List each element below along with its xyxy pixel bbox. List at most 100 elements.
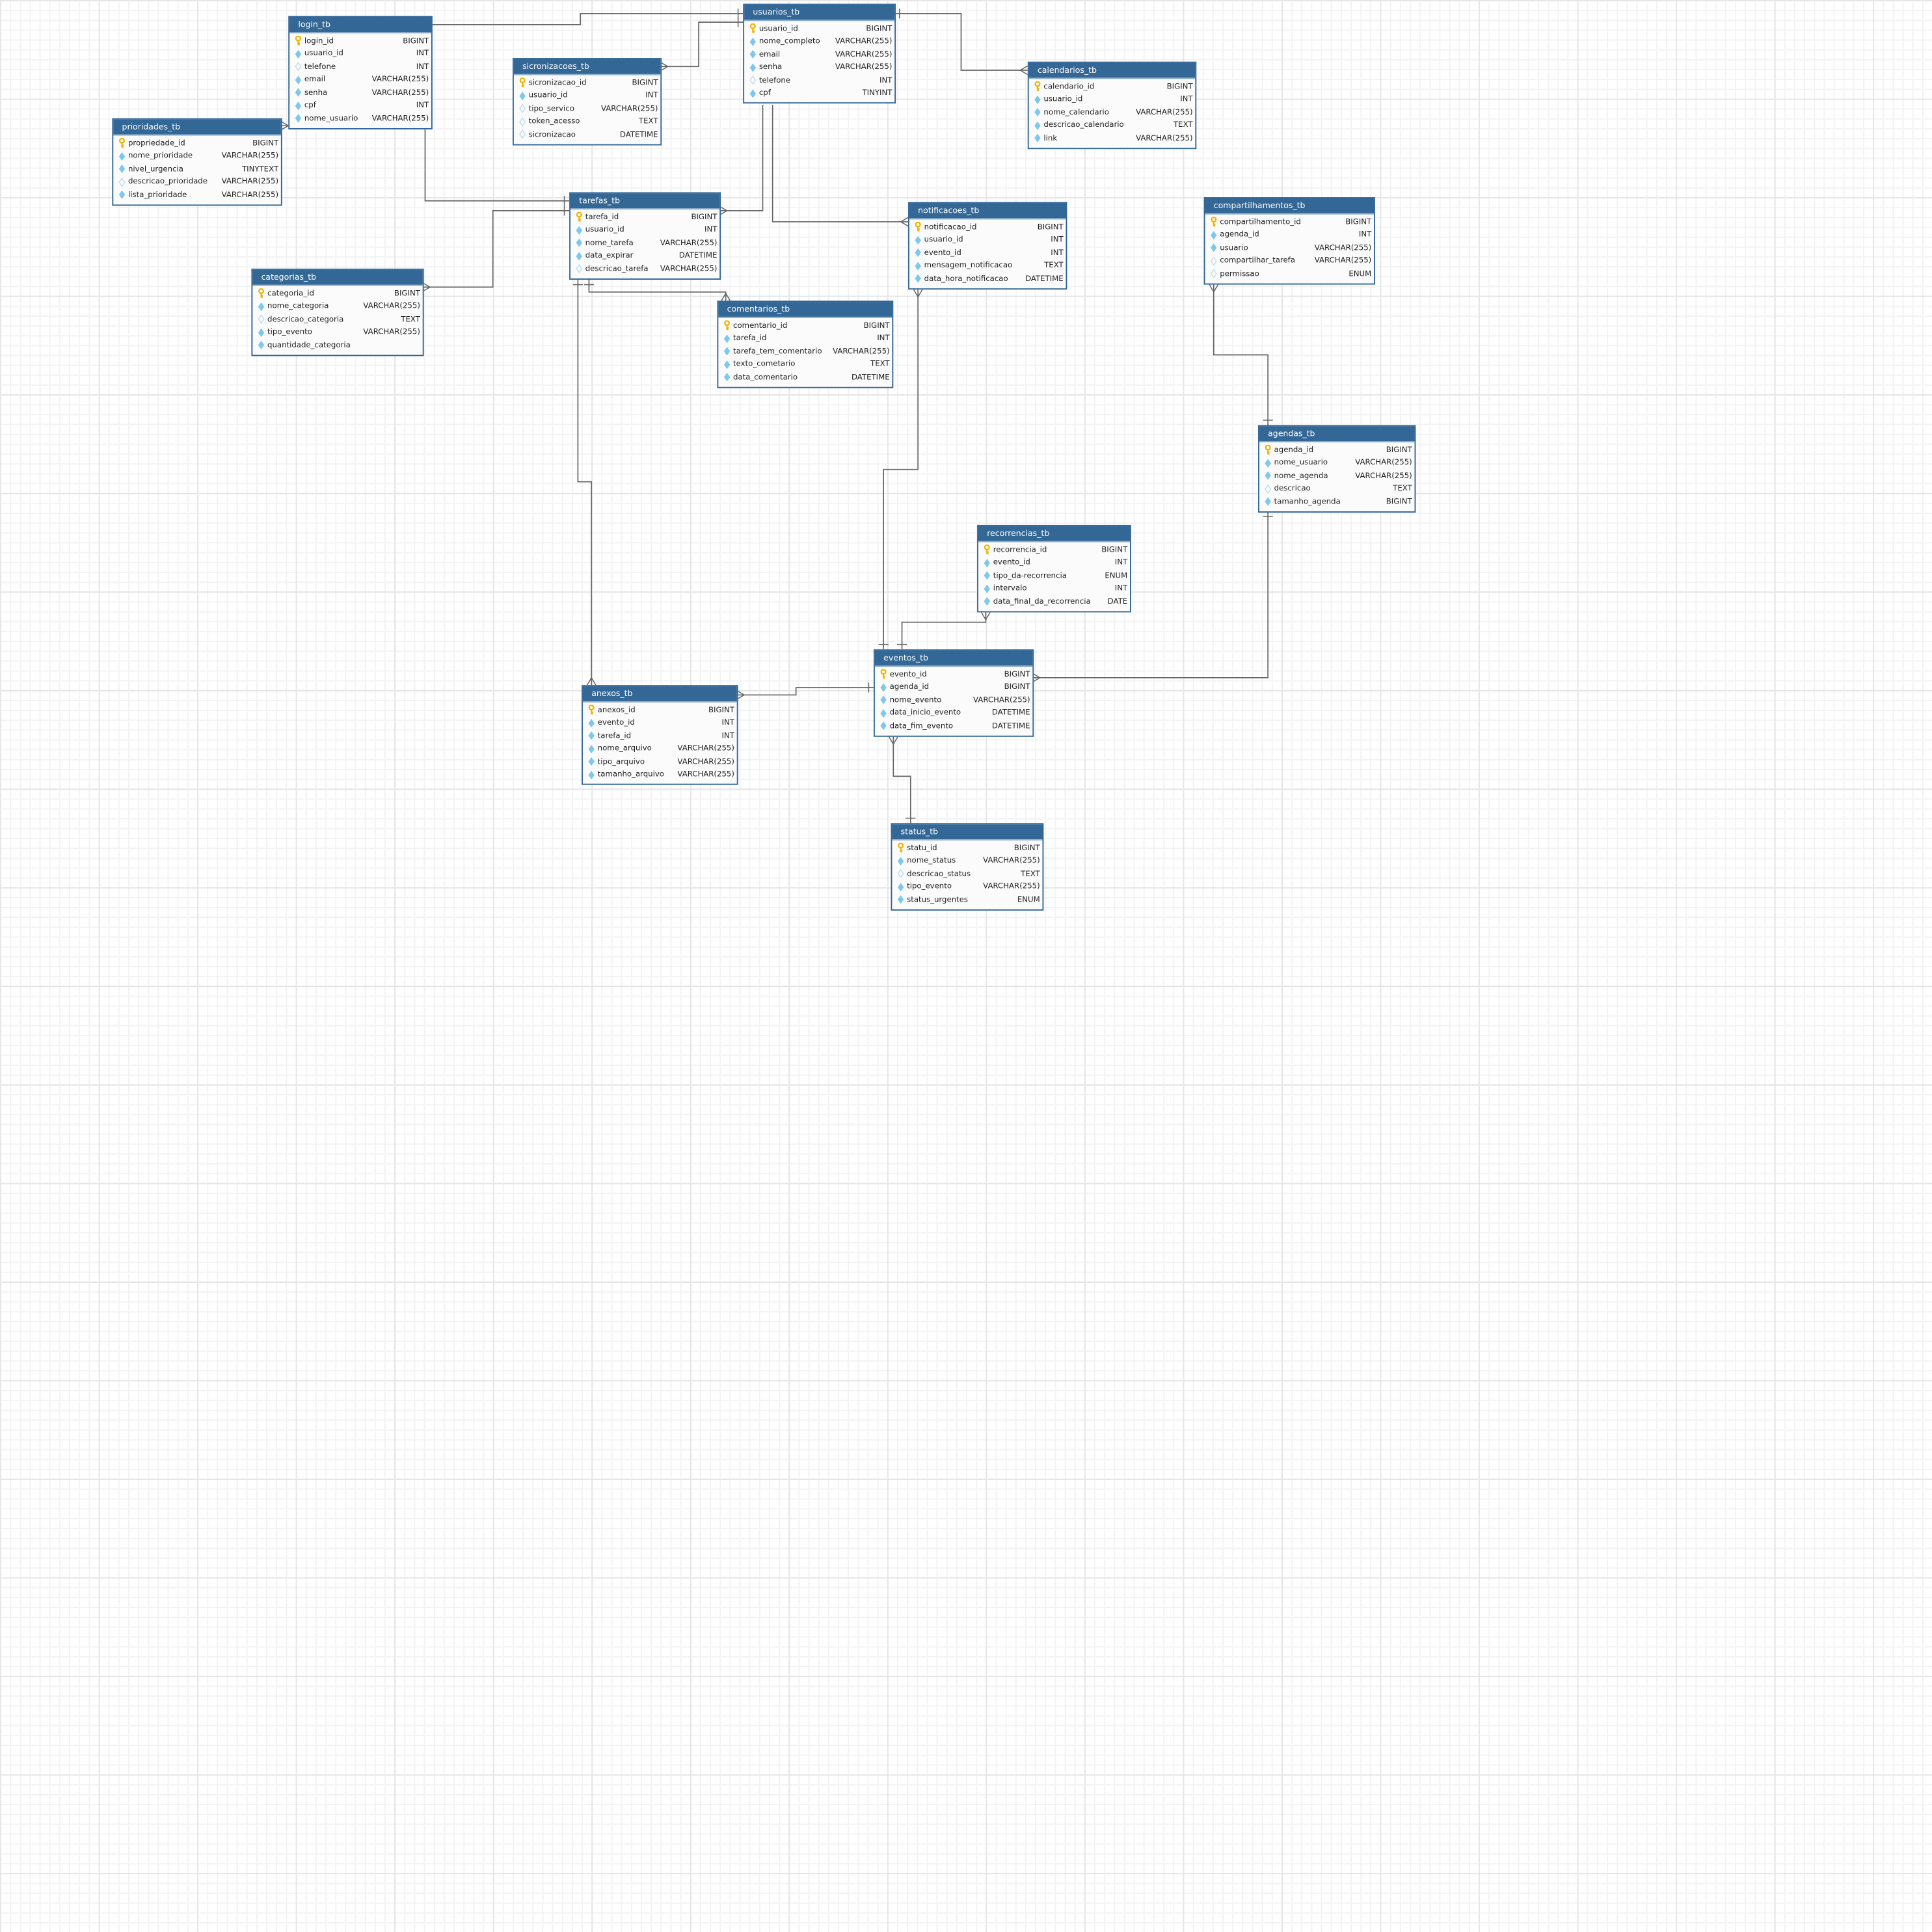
- column-row[interactable]: anexos_id BIGINT: [587, 704, 734, 717]
- column-row[interactable]: propriedade_id BIGINT: [117, 137, 278, 150]
- column-row[interactable]: nome_completo VARCHAR(255): [748, 35, 892, 48]
- table-header[interactable]: categorias_tb: [252, 269, 423, 286]
- column-row[interactable]: data_fim_evento DATETIME: [879, 719, 1030, 732]
- column-row[interactable]: data_final_da_recorrencia DATE: [982, 595, 1127, 608]
- column-row[interactable]: login_id BIGINT: [293, 34, 429, 47]
- column-row[interactable]: usuario_id BIGINT: [748, 22, 892, 35]
- table-login-tb[interactable]: login_tb login_id BIGINT usuario_id INT …: [288, 16, 433, 129]
- column-row[interactable]: tamanho_arquivo VARCHAR(255): [587, 768, 734, 781]
- table-agendas-tb[interactable]: agendas_tb agenda_id BIGINT nome_usuario…: [1257, 425, 1416, 513]
- table-comentarios-tb[interactable]: comentarios_tb comentario_id BIGINT tare…: [717, 301, 894, 388]
- table-eventos-tb[interactable]: eventos_tb evento_id BIGINT agenda_id BI…: [873, 649, 1034, 736]
- column-row[interactable]: descricao_status TEXT: [896, 868, 1040, 881]
- column-row[interactable]: sicronizacao_id BIGINT: [518, 76, 658, 89]
- column-row[interactable]: nome_tarefa VARCHAR(255): [574, 237, 717, 250]
- column-row[interactable]: nivel_urgencia TINYTEXT: [117, 163, 278, 176]
- column-row[interactable]: usuario_id INT: [574, 224, 717, 237]
- column-row[interactable]: tarefa_id INT: [587, 729, 734, 742]
- column-row[interactable]: status_urgentes ENUM: [896, 893, 1040, 906]
- column-row[interactable]: data_comentario DATETIME: [722, 371, 890, 384]
- column-row[interactable]: telefone INT: [293, 60, 429, 74]
- column-row[interactable]: lista_prioridade VARCHAR(255): [117, 189, 278, 202]
- column-row[interactable]: evento_id INT: [982, 556, 1127, 569]
- column-row[interactable]: descricao_categoria TEXT: [256, 313, 420, 326]
- table-header[interactable]: eventos_tb: [874, 651, 1033, 667]
- table-header[interactable]: compartilhamentos_tb: [1205, 198, 1375, 215]
- column-row[interactable]: usuario_id INT: [293, 47, 429, 60]
- column-row[interactable]: agenda_id INT: [1209, 228, 1371, 241]
- column-row[interactable]: nome_calendario VARCHAR(255): [1032, 106, 1193, 119]
- column-row[interactable]: agenda_id BIGINT: [879, 681, 1030, 694]
- column-row[interactable]: permissao ENUM: [1209, 267, 1371, 280]
- column-row[interactable]: tipo_arquivo VARCHAR(255): [587, 755, 734, 768]
- column-row[interactable]: descricao_calendario TEXT: [1032, 119, 1193, 132]
- column-row[interactable]: calendario_id BIGINT: [1032, 80, 1193, 93]
- column-row[interactable]: data_expirar DATETIME: [574, 250, 717, 263]
- column-row[interactable]: nome_arquivo VARCHAR(255): [587, 742, 734, 755]
- column-row[interactable]: usuario_id INT: [1032, 93, 1193, 106]
- column-row[interactable]: nome_status VARCHAR(255): [896, 855, 1040, 868]
- column-row[interactable]: tipo_evento VARCHAR(255): [896, 880, 1040, 893]
- column-row[interactable]: descricao TEXT: [1263, 483, 1412, 496]
- column-row[interactable]: evento_id INT: [913, 247, 1064, 260]
- column-row[interactable]: data_inicio_evento DATETIME: [879, 706, 1030, 719]
- column-row[interactable]: mensagem_notificacao TEXT: [913, 260, 1064, 273]
- column-row[interactable]: email VARCHAR(255): [748, 48, 892, 61]
- column-row[interactable]: tarefa_tem_comentario VARCHAR(255): [722, 345, 890, 358]
- column-row[interactable]: tarefa_id INT: [722, 332, 890, 345]
- column-row[interactable]: tarefa_id BIGINT: [574, 211, 717, 224]
- column-row[interactable]: cpf INT: [293, 99, 429, 112]
- column-row[interactable]: categoria_id BIGINT: [256, 287, 420, 300]
- column-row[interactable]: tamanho_agenda BIGINT: [1263, 495, 1412, 508]
- column-row[interactable]: intervalo INT: [982, 582, 1127, 595]
- column-row[interactable]: nome_prioridade VARCHAR(255): [117, 150, 278, 163]
- table-status-tb[interactable]: status_tb statu_id BIGINT nome_status VA…: [891, 823, 1044, 910]
- table-prioridades-tb[interactable]: prioridades_tb propriedade_id BIGINT nom…: [112, 118, 282, 206]
- table-header[interactable]: calendarios_tb: [1028, 62, 1196, 79]
- column-row[interactable]: data_hora_notificacao DATETIME: [913, 273, 1064, 286]
- column-row[interactable]: sicronizacao DATETIME: [518, 128, 658, 141]
- column-row[interactable]: tipo_evento VARCHAR(255): [256, 326, 420, 339]
- table-header[interactable]: agendas_tb: [1259, 426, 1415, 443]
- column-row[interactable]: email VARCHAR(255): [293, 74, 429, 87]
- table-header[interactable]: sicronizacoes_tb: [513, 59, 661, 75]
- column-row[interactable]: usuario VARCHAR(255): [1209, 241, 1371, 254]
- column-row[interactable]: senha VARCHAR(255): [293, 87, 429, 100]
- table-header[interactable]: comentarios_tb: [718, 302, 892, 318]
- column-row[interactable]: descricao_tarefa VARCHAR(255): [574, 262, 717, 275]
- table-header[interactable]: status_tb: [892, 824, 1043, 840]
- table-header[interactable]: prioridades_tb: [113, 119, 281, 136]
- table-header[interactable]: usuarios_tb: [744, 5, 895, 21]
- column-row[interactable]: quantidade_categoria: [256, 339, 420, 352]
- table-recorrencias-tb[interactable]: recorrencias_tb recorrencia_id BIGINT ev…: [977, 524, 1131, 612]
- column-row[interactable]: nome_categoria VARCHAR(255): [256, 300, 420, 313]
- column-row[interactable]: compartilhamento_id BIGINT: [1209, 215, 1371, 228]
- column-row[interactable]: telefone INT: [748, 74, 892, 87]
- table-header[interactable]: notificacoes_tb: [909, 203, 1066, 220]
- table-header[interactable]: tarefas_tb: [570, 193, 720, 210]
- column-row[interactable]: link VARCHAR(255): [1032, 132, 1193, 145]
- table-header[interactable]: anexos_tb: [582, 686, 737, 703]
- column-row[interactable]: evento_id INT: [587, 716, 734, 729]
- column-row[interactable]: notificacao_id BIGINT: [913, 221, 1064, 234]
- column-row[interactable]: evento_id BIGINT: [879, 668, 1030, 681]
- column-row[interactable]: nome_usuario VARCHAR(255): [293, 112, 429, 125]
- column-row[interactable]: agenda_id BIGINT: [1263, 444, 1412, 457]
- column-row[interactable]: tipo_servico VARCHAR(255): [518, 102, 658, 115]
- column-row[interactable]: cpf TINYINT: [748, 87, 892, 100]
- table-anexos-tb[interactable]: anexos_tb anexos_id BIGINT evento_id INT…: [582, 685, 738, 785]
- column-row[interactable]: tipo_da-recorrencia ENUM: [982, 569, 1127, 582]
- er-diagram-canvas[interactable]: login_tb login_id BIGINT usuario_id INT …: [0, 0, 1932, 1932]
- column-row[interactable]: descricao_prioridade VARCHAR(255): [117, 176, 278, 189]
- table-header[interactable]: login_tb: [289, 17, 431, 34]
- column-row[interactable]: recorrencia_id BIGINT: [982, 543, 1127, 556]
- table-tarefas-tb[interactable]: tarefas_tb tarefa_id BIGINT usuario_id I…: [569, 192, 721, 280]
- column-row[interactable]: compartilhar_tarefa VARCHAR(255): [1209, 254, 1371, 267]
- table-usuarios-tb[interactable]: usuarios_tb usuario_id BIGINT nome_compl…: [743, 3, 896, 104]
- table-header[interactable]: recorrencias_tb: [978, 526, 1130, 543]
- table-notificacoes-tb[interactable]: notificacoes_tb notificacao_id BIGINT us…: [908, 202, 1067, 289]
- column-row[interactable]: usuario_id INT: [518, 89, 658, 102]
- table-compartilhamentos-tb[interactable]: compartilhamentos_tb compartilhamento_id…: [1203, 197, 1375, 284]
- column-row[interactable]: comentario_id BIGINT: [722, 319, 890, 332]
- table-categorias-tb[interactable]: categorias_tb categoria_id BIGINT nome_c…: [251, 268, 424, 356]
